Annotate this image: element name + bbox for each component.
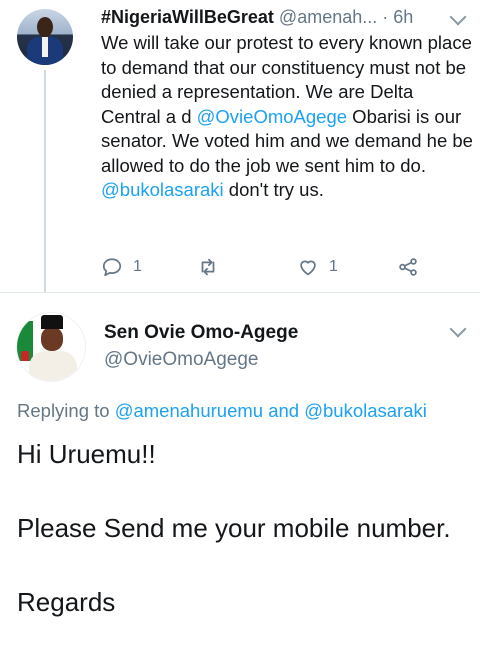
tweet-actions: 1 1 — [101, 256, 431, 280]
avatar-shirt — [42, 37, 48, 57]
chevron-down-icon[interactable] — [449, 320, 467, 338]
reply-count: 1 — [133, 258, 142, 275]
tweet-divider — [0, 292, 480, 293]
retweet-icon — [201, 258, 215, 276]
avatar-face — [37, 17, 53, 37]
author-name[interactable]: #NigeriaWillBeGreat — [101, 7, 274, 27]
like-icon — [300, 260, 316, 276]
tweet-text-part: don't try us. — [223, 179, 324, 200]
avatar[interactable] — [16, 312, 86, 382]
tweet-original[interactable]: #NigeriaWillBeGreat @amenah... · 6h We w… — [0, 0, 480, 292]
replying-label: Replying to — [17, 400, 115, 421]
reply-line: Hi Uruemu!! — [17, 439, 156, 469]
reply-text: Hi Uruemu!! Please Send me your mobile n… — [17, 436, 472, 621]
replying-to: Replying to @amenahuruemu and @bukolasar… — [17, 400, 427, 422]
share-button[interactable] — [397, 256, 419, 278]
reply-line: Please Send me your mobile number. — [17, 513, 451, 543]
avatar-face — [41, 327, 63, 351]
thread-line — [44, 70, 46, 292]
avatar-hat — [41, 315, 63, 329]
tweet-text: We will take our protest to every known … — [101, 31, 476, 203]
timestamp[interactable]: · 6h — [382, 7, 413, 27]
reply-icon — [102, 258, 122, 277]
replying-mentions[interactable]: @amenahuruemu and @bukolasaraki — [115, 400, 427, 421]
chevron-down-icon[interactable] — [449, 8, 467, 26]
reply-line: Regards — [17, 587, 116, 617]
author-handle[interactable]: @OvieOmoAgege — [104, 349, 258, 371]
avatar-badge — [21, 351, 29, 361]
avatar[interactable] — [17, 9, 73, 65]
retweet-button[interactable] — [197, 256, 219, 278]
author-handle[interactable]: @amenah... — [279, 7, 377, 27]
author-name[interactable]: Sen Ovie Omo-Agege — [104, 322, 298, 344]
mention-link[interactable]: @bukolasaraki — [101, 179, 224, 200]
tweet-header: #NigeriaWillBeGreat @amenah... · 6h — [101, 7, 413, 28]
mention-link[interactable]: @OvieOmoAgege — [197, 106, 347, 127]
share-icon — [399, 258, 417, 276]
avatar-robe — [29, 351, 77, 381]
reply-button[interactable]: 1 — [101, 256, 142, 278]
like-count: 1 — [329, 258, 338, 275]
like-button[interactable]: 1 — [297, 256, 338, 278]
